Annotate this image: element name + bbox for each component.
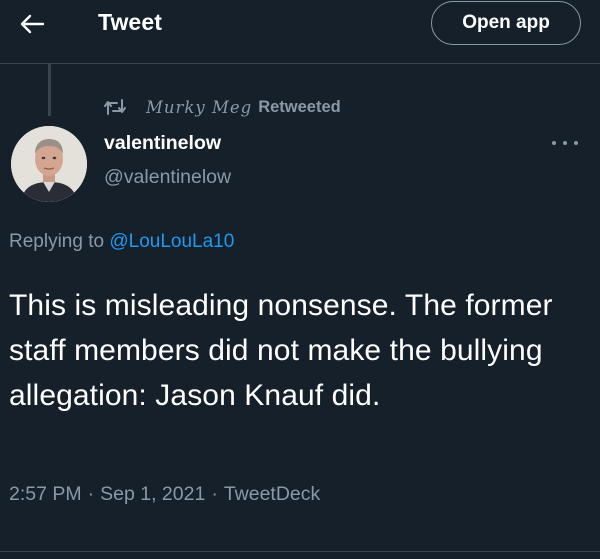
tweet-body-text: This is misleading nonsense. The former … [9, 289, 553, 412]
author-display-name[interactable]: valentinelow [104, 132, 221, 155]
tweet-time[interactable]: 2:57 PM [9, 483, 82, 505]
more-dot [574, 141, 578, 145]
replying-to: Replying to @LouLouLa10 [9, 231, 234, 253]
open-app-button[interactable]: Open app [431, 1, 581, 45]
page-title: Tweet [98, 9, 162, 35]
author-handle[interactable]: @valentinelow [104, 166, 231, 189]
avatar[interactable] [11, 126, 87, 202]
retweeted-label: Retweeted [258, 97, 341, 116]
divider [0, 551, 600, 552]
app-header: Tweet Open app [0, 0, 600, 64]
arrow-left-icon[interactable] [16, 10, 48, 38]
meta-separator: · [211, 483, 218, 505]
tweet-source-link[interactable]: TweetDeck [224, 483, 320, 505]
replying-to-handle-link[interactable]: @LouLouLa10 [109, 231, 234, 252]
tweet-metadata: 2:57 PM · Sep 1, 2021 · TweetDeck [9, 483, 320, 506]
more-dot [563, 141, 567, 145]
more-dot [552, 141, 556, 145]
retweet-context: Murky Meg Retweeted [104, 95, 341, 119]
more-horizontal-icon[interactable] [552, 134, 578, 152]
meta-separator: · [87, 483, 95, 505]
retweet-icon [104, 96, 126, 118]
thread-connector-line [48, 64, 51, 116]
retweeter-name[interactable]: Murky Meg [146, 98, 252, 117]
replying-to-label: Replying to [9, 231, 110, 252]
tweet-date[interactable]: Sep 1, 2021 [100, 483, 205, 505]
